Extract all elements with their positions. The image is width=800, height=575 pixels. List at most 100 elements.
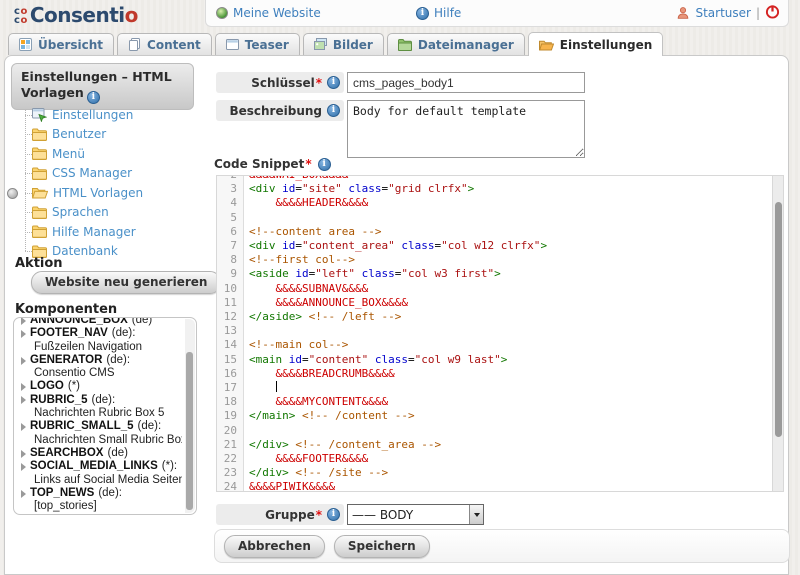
expander-triangle-icon[interactable] bbox=[21, 490, 26, 498]
info-icon[interactable] bbox=[318, 158, 331, 171]
code-line[interactable]: 18 &&&&MYCONTENT&&&& bbox=[217, 395, 771, 409]
gruppe-selected-value: —— BODY bbox=[348, 505, 469, 524]
page: { "header": { "logo": { "mark_rows": ["c… bbox=[0, 0, 800, 569]
code-line[interactable]: 17 bbox=[217, 381, 771, 395]
tab-bilder[interactable]: Bilder bbox=[303, 33, 384, 55]
sidebar-item-hilfe-manager[interactable]: Hilfe Manager bbox=[11, 222, 203, 242]
komponente-lang: (de) bbox=[107, 447, 127, 460]
sidebar-item-menue[interactable]: Menü bbox=[11, 144, 203, 164]
code-line[interactable]: 22 &&&&FOOTER&&&& bbox=[217, 452, 771, 466]
code-line[interactable]: 12</aside> <!-- /left --> bbox=[217, 310, 771, 324]
gruppe-select[interactable]: —— BODY bbox=[347, 504, 484, 525]
komponenten-item[interactable]: FOOTER_NAV (de):Fußzeilen Navigation bbox=[21, 327, 182, 354]
code-line[interactable]: 24&&&&PIWIK&&&& bbox=[217, 480, 771, 492]
chevron-down-icon[interactable] bbox=[469, 505, 483, 524]
komponenten-item[interactable]: RUBRIC_SMALL_5 (de):Nachrichten Small Ru… bbox=[21, 420, 182, 447]
line-number: 6 bbox=[217, 225, 244, 239]
komponenten-item[interactable]: GENERATOR (de):Consentio CMS bbox=[21, 354, 182, 381]
sidebar-item-benutzer[interactable]: Benutzer bbox=[11, 125, 203, 145]
komponenten-scrollbar[interactable] bbox=[185, 319, 195, 513]
komponente-lang: (de): bbox=[92, 394, 116, 407]
site-link-label: Meine Website bbox=[233, 6, 321, 20]
code-text: </div> <!-- /content_area --> bbox=[244, 438, 441, 452]
komponente-desc: Links auf Social Media Seiten bbox=[21, 474, 182, 487]
code-line[interactable]: 13 bbox=[217, 324, 771, 338]
site-link[interactable]: Meine Website bbox=[216, 6, 321, 20]
expander-triangle-icon[interactable] bbox=[21, 317, 26, 325]
code-line[interactable]: 6<!--content area --> bbox=[217, 225, 771, 239]
tab-dateimanager[interactable]: Dateimanager bbox=[387, 33, 525, 55]
expander-triangle-icon[interactable] bbox=[21, 330, 26, 338]
editor-scrollbar[interactable] bbox=[772, 176, 783, 491]
code-line[interactable]: 15<main id="content" class="col w9 last"… bbox=[217, 353, 771, 367]
tab-teaser[interactable]: Teaser bbox=[215, 33, 300, 55]
code-editor[interactable]: 2&&&&WAI_BOX&&&&3<div id="site" class="g… bbox=[216, 175, 784, 492]
komponenten-item[interactable]: SEARCHBOX (de) bbox=[21, 447, 182, 460]
code-line[interactable]: 23</div> <!-- /site --> bbox=[217, 466, 771, 480]
expander-triangle-icon[interactable] bbox=[21, 357, 26, 365]
sidebar-item-html-vorlagen[interactable]: HTML Vorlagen bbox=[11, 183, 203, 203]
schluessel-input[interactable] bbox=[347, 72, 585, 93]
beschreibung-textarea[interactable]: Body for default template bbox=[347, 100, 585, 158]
logout-button[interactable] bbox=[765, 4, 780, 22]
expander-triangle-icon[interactable] bbox=[21, 463, 26, 471]
code-line[interactable]: 4 &&&&HEADER&&&& bbox=[217, 196, 771, 210]
line-number: 20 bbox=[217, 424, 244, 438]
tab-label: Teaser bbox=[245, 38, 289, 52]
expander-triangle-icon[interactable] bbox=[21, 423, 26, 431]
code-line[interactable]: 10 &&&&SUBNAV&&&& bbox=[217, 282, 771, 296]
sidebar-item-css-manager[interactable]: CSS Manager bbox=[11, 164, 203, 184]
code-text bbox=[244, 324, 249, 338]
line-number: 7 bbox=[217, 239, 244, 253]
cancel-button[interactable]: Abbrechen bbox=[224, 535, 325, 558]
tab-einstellungen[interactable]: Einstellungen bbox=[528, 32, 663, 56]
komponente-desc: Nachrichten Rubric Box 5 bbox=[21, 407, 182, 420]
user-icon bbox=[676, 6, 690, 20]
code-line[interactable]: 19</main> <!-- /content --> bbox=[217, 409, 771, 423]
komponenten-item[interactable]: SOCIAL_MEDIA_LINKS (*):Links auf Social … bbox=[21, 460, 182, 487]
tab-label: Dateimanager bbox=[418, 38, 514, 52]
code-line[interactable]: 7<div id="content_area" class="col w12 c… bbox=[217, 239, 771, 253]
code-line[interactable]: 8<!--first col--> bbox=[217, 253, 771, 267]
folder-icon bbox=[32, 147, 47, 160]
code-line[interactable]: 21</div> <!-- /content_area --> bbox=[217, 438, 771, 452]
generate-website-button[interactable]: Website neu generieren bbox=[31, 271, 221, 294]
komponenten-item[interactable]: LOGO (*) bbox=[21, 380, 182, 393]
save-button[interactable]: Speichern bbox=[334, 535, 430, 558]
code-line[interactable]: 16 &&&&BREADCRUMB&&&& bbox=[217, 367, 771, 381]
folder-icon bbox=[32, 206, 47, 219]
code-line[interactable]: 14<!--main col--> bbox=[217, 338, 771, 352]
code-line[interactable]: 11 &&&&ANNOUNCE_BOX&&&& bbox=[217, 296, 771, 310]
line-number: 12 bbox=[217, 310, 244, 324]
user-link[interactable]: Startuser bbox=[695, 6, 751, 20]
code-line[interactable]: 20 bbox=[217, 424, 771, 438]
gruppe-label: Gruppe* bbox=[216, 504, 344, 525]
komponente-name: SOCIAL_MEDIA_LINKS bbox=[30, 460, 158, 473]
code-line[interactable]: 9<aside id="left" class="col w3 first"> bbox=[217, 267, 771, 281]
scrollbar-thumb[interactable] bbox=[775, 202, 782, 437]
info-icon[interactable] bbox=[87, 91, 100, 104]
code-text: <div id="content_area" class="col w12 cl… bbox=[244, 239, 547, 253]
info-icon[interactable] bbox=[327, 508, 340, 521]
komponente-desc: Fußzeilen Navigation bbox=[21, 341, 182, 354]
code-line[interactable]: 3<div id="site" class="grid clrfx"> bbox=[217, 182, 771, 196]
info-icon[interactable] bbox=[327, 76, 340, 89]
scrollbar-thumb[interactable] bbox=[186, 352, 193, 510]
tab-uebersicht[interactable]: Übersicht bbox=[8, 33, 114, 55]
sidebar-item-einstellungen[interactable]: Einstellungen bbox=[11, 105, 203, 125]
code-line[interactable]: 5 bbox=[217, 211, 771, 225]
komponenten-item[interactable]: RUBRIC_5 (de):Nachrichten Rubric Box 5 bbox=[21, 394, 182, 421]
komponente-name: RUBRIC_SMALL_5 bbox=[30, 420, 134, 433]
expander-triangle-icon[interactable] bbox=[21, 383, 26, 391]
tab-content[interactable]: Content bbox=[117, 33, 212, 55]
komponenten-item[interactable]: TOP_NEWS (de):[top_stories] bbox=[21, 487, 182, 514]
code-line[interactable]: 2&&&&WAI_BOX&&&& bbox=[217, 175, 771, 182]
info-icon[interactable] bbox=[327, 104, 340, 117]
help-link[interactable]: Hilfe bbox=[416, 6, 461, 20]
komponente-desc: Consentio CMS bbox=[21, 367, 182, 380]
expander-triangle-icon[interactable] bbox=[21, 450, 26, 458]
komponenten-item[interactable]: ANNOUNCE_BOX (de) bbox=[21, 317, 182, 327]
expander-triangle-icon[interactable] bbox=[21, 396, 26, 404]
sidebar-item-sprachen[interactable]: Sprachen bbox=[11, 203, 203, 223]
code-text: &&&&HEADER&&&& bbox=[244, 196, 368, 210]
